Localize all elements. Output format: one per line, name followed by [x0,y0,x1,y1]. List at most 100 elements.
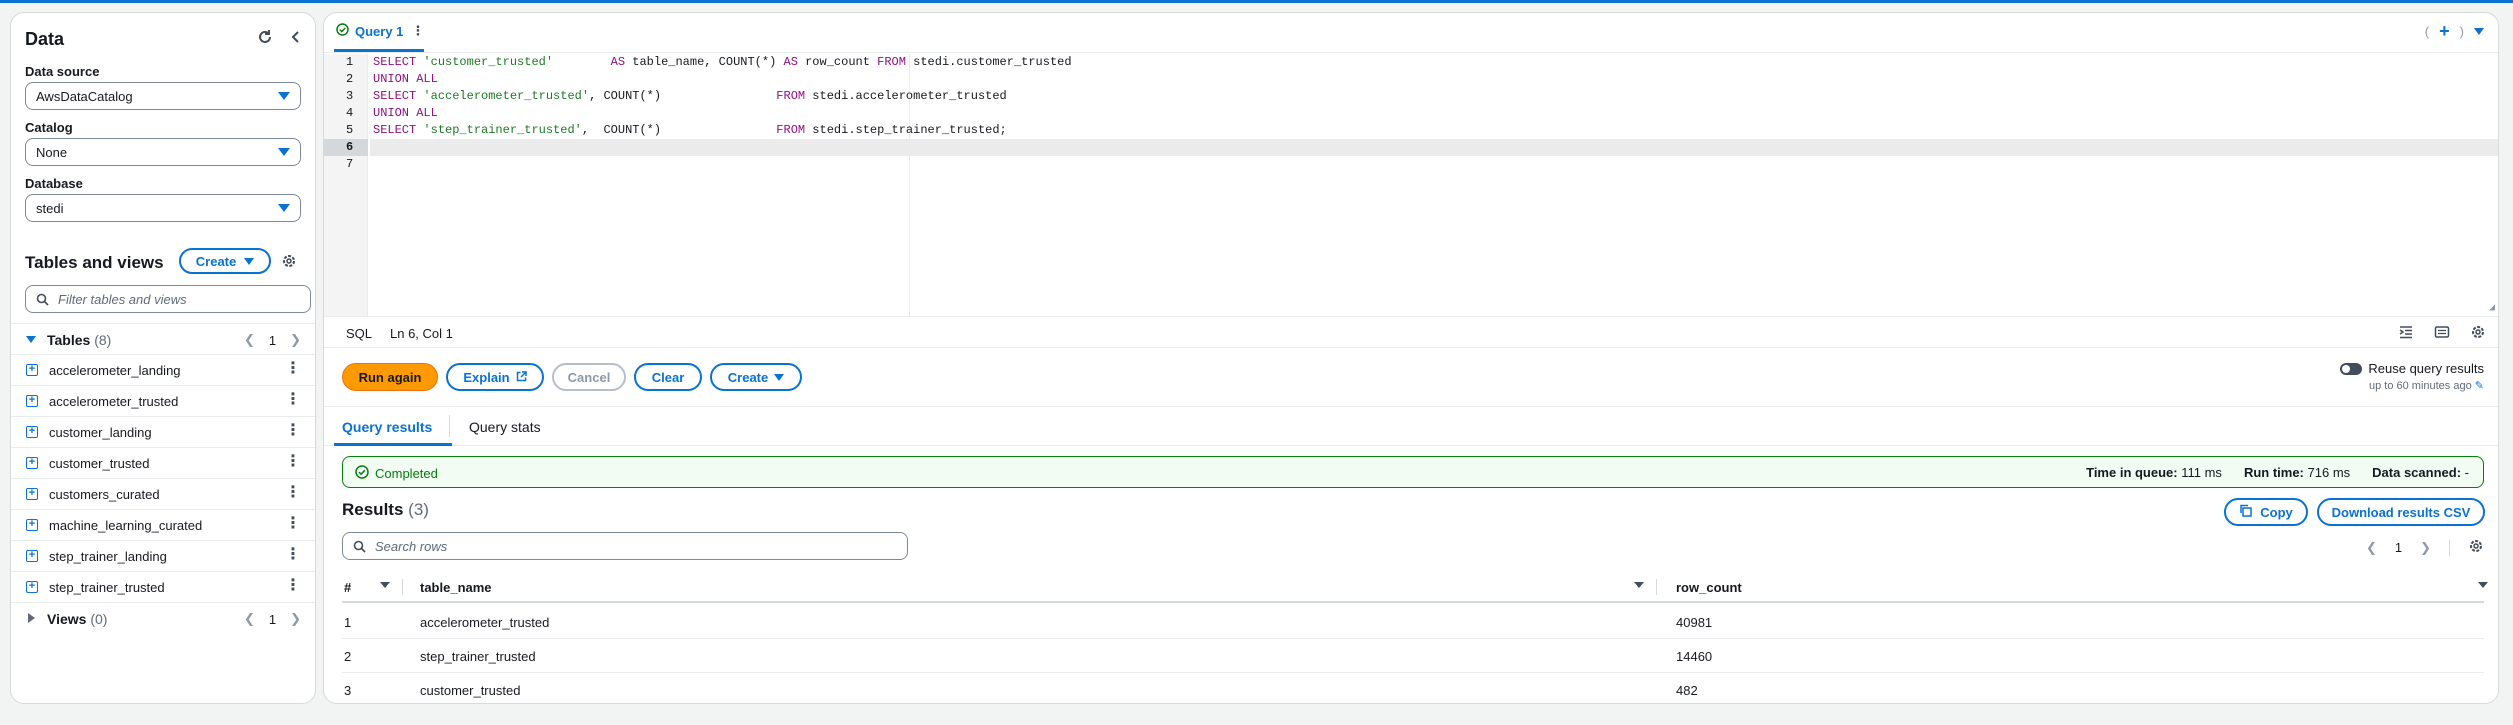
table-expand-icon[interactable]: + [26,581,38,593]
clear-button[interactable]: Clear [634,363,702,391]
tab-query-results[interactable]: Query results [342,419,432,435]
create-table-label: Create [195,253,237,269]
download-csv-button[interactable]: Download results CSV [2317,498,2485,526]
table-expand-icon[interactable]: + [26,395,38,407]
data-source-value: AwsDataCatalog [36,89,133,104]
data-scanned-label: Data scanned: [2372,465,2462,480]
next-page-icon[interactable]: ❯ [2420,540,2431,556]
table-list-item[interactable]: + customer_trusted ⋮ [11,447,315,478]
reuse-results-toggle[interactable] [2340,362,2363,375]
data-scanned-value: - [2464,465,2469,480]
create-table-button[interactable]: Create [179,248,271,274]
results-tabs: Query results Query stats [324,406,2498,446]
results-page-number[interactable]: 1 [2395,540,2402,555]
filter-tables-input[interactable]: Filter tables and views [25,285,311,313]
table-name: step_trainer_landing [49,549,167,564]
cell-table-name: customer_trusted [420,683,521,698]
table-list-item[interactable]: + accelerometer_landing ⋮ [11,354,315,385]
format-indent-icon[interactable] [2398,324,2414,343]
sort-table-name-icon[interactable] [1634,582,1644,588]
table-name: step_trainer_trusted [49,580,165,595]
explain-button[interactable]: Explain [446,363,544,391]
collapse-chevron-icon[interactable] [289,29,301,45]
sort-row-count-icon[interactable] [2478,582,2488,588]
data-source-select[interactable]: AwsDataCatalog [25,82,301,110]
catalog-select[interactable]: None [25,138,301,166]
tables-section-header[interactable]: Tables (8) ❮ 1 ❯ [11,323,315,354]
tab-more-icon[interactable]: ⋮ [411,23,424,39]
prev-page-icon[interactable]: ❮ [244,332,255,348]
table-expand-icon[interactable]: + [26,364,38,376]
views-section-header[interactable]: Views (0) ❮ 1 ❯ [11,602,315,633]
status-text: Completed [375,466,438,481]
results-table-header: # table_name row_count [342,571,2488,603]
download-csv-label: Download results CSV [2331,504,2471,520]
cancel-button[interactable]: Cancel [552,363,626,391]
next-page-icon[interactable]: ❯ [290,611,301,627]
gear-icon[interactable] [281,253,297,269]
refresh-icon[interactable] [257,29,273,45]
table-actions-icon[interactable]: ⋮ [285,454,301,470]
reuse-results-sub: up to 60 minutes ago [2368,380,2472,392]
table-expand-icon[interactable]: + [26,519,38,531]
create-button[interactable]: Create [710,363,802,391]
table-settings-gear-icon[interactable] [2468,538,2484,557]
results-title-text: Results [342,500,404,519]
next-page-icon[interactable]: ❯ [290,332,301,348]
query-editor-panel: Query 1 ⋮ ( + ) 1 2 3 4 5 67 SELECT 'customer… [323,12,2499,704]
search-rows-input[interactable]: Search rows [342,532,908,560]
add-tab-icon[interactable]: + [2439,21,2450,42]
tabs-dropdown-icon[interactable] [2474,28,2484,35]
editor-settings-gear-icon[interactable] [2470,324,2486,343]
success-check-icon [336,23,349,39]
tab-query-stats[interactable]: Query stats [469,419,541,435]
views-page-number[interactable]: 1 [269,612,276,627]
database-select[interactable]: stedi [25,194,301,222]
copy-button[interactable]: Copy [2224,498,2308,526]
line-number: 2 [346,72,354,86]
paren-left: ( [2424,24,2430,39]
code-line: UNION ALL [373,106,438,120]
table-actions-icon[interactable]: ⋮ [285,547,301,563]
table-name: accelerometer_landing [49,363,181,378]
sort-index-icon[interactable] [380,582,390,588]
collapsed-caret-icon [28,613,35,623]
edit-pencil-icon[interactable]: ✎ [2475,380,2484,392]
top-accent-line [0,0,2513,3]
table-actions-icon[interactable]: ⋮ [285,485,301,501]
column-header-row-count[interactable]: row_count [1676,580,1742,595]
table-list-item[interactable]: + step_trainer_trusted ⋮ [11,571,315,602]
run-time-label: Run time: [2243,465,2304,480]
table-list-item[interactable]: + machine_learning_curated ⋮ [11,509,315,540]
table-actions-icon[interactable]: ⋮ [285,392,301,408]
table-expand-icon[interactable]: + [26,457,38,469]
table-list-item[interactable]: + customer_landing ⋮ [11,416,315,447]
catalog-value: None [36,145,68,160]
table-actions-icon[interactable]: ⋮ [285,423,301,439]
pager-separator [2449,539,2450,556]
expand-caret-icon [26,336,36,343]
table-expand-icon[interactable]: + [26,550,38,562]
resize-handle-icon[interactable]: ◢ [2489,302,2495,314]
table-list-item[interactable]: + customers_curated ⋮ [11,478,315,509]
table-actions-icon[interactable]: ⋮ [285,361,301,377]
keyboard-icon[interactable] [2434,324,2450,343]
prev-page-icon[interactable]: ❮ [2366,540,2377,556]
table-expand-icon[interactable]: + [26,488,38,500]
table-actions-icon[interactable]: ⋮ [285,516,301,532]
caret-down-icon [244,257,255,265]
table-list-item[interactable]: + step_trainer_landing ⋮ [11,540,315,571]
line-number: 5 [346,123,354,137]
table-name: customers_curated [49,487,160,502]
column-header-table-name[interactable]: table_name [420,580,492,595]
prev-page-icon[interactable]: ❮ [244,611,255,627]
tab-query-1[interactable]: Query 1 ⋮ [336,23,424,39]
run-again-button[interactable]: Run again [342,363,438,391]
table-expand-icon[interactable]: + [26,426,38,438]
tables-page-number[interactable]: 1 [269,333,276,348]
table-actions-icon[interactable]: ⋮ [285,578,301,594]
sql-editor[interactable]: 1 2 3 4 5 67 SELECT 'customer_trusted' AS tab… [324,54,2498,316]
success-check-icon [355,465,369,482]
table-list-item[interactable]: + accelerometer_trusted ⋮ [11,385,315,416]
code-line: SELECT 'step_trainer_trusted', COUNT(*) … [373,123,1007,137]
